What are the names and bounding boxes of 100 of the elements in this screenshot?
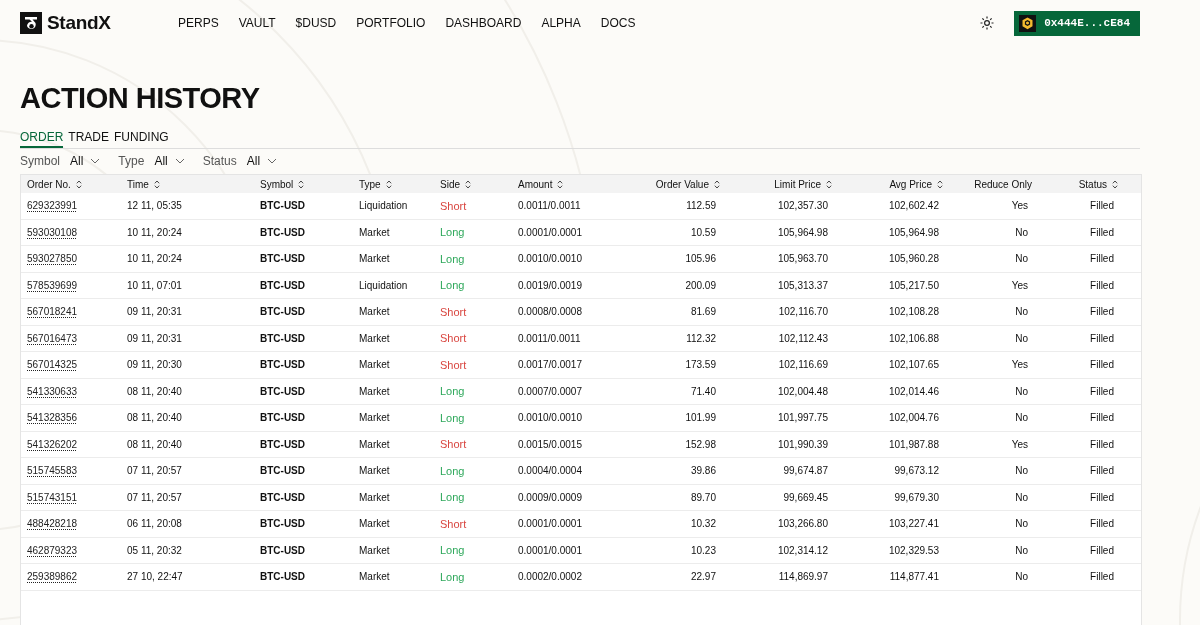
nav-link[interactable]: DOCS bbox=[600, 16, 636, 30]
order-link[interactable]: 515743151 bbox=[27, 491, 78, 503]
table-cell-text: Filled bbox=[1089, 465, 1115, 477]
table-cell-text: BTC-USD bbox=[259, 306, 306, 318]
order-link[interactable]: 515745583 bbox=[27, 465, 78, 477]
sort-icon bbox=[385, 179, 392, 189]
table-cell-text: 102,004.48 bbox=[776, 385, 829, 397]
nav-link[interactable]: DASHBOARD bbox=[445, 16, 522, 30]
table-cell-text: 0.0001/0.0001 bbox=[517, 226, 583, 238]
table-cell-text: 114,877.41 bbox=[888, 571, 940, 583]
tab[interactable]: FUNDING bbox=[114, 130, 169, 148]
table-cell-text: 22.97 bbox=[689, 571, 717, 583]
table-cell-text: 114,869.97 bbox=[777, 571, 829, 583]
order-link[interactable]: 488428218 bbox=[27, 518, 78, 530]
nav-link[interactable]: VAULT bbox=[238, 16, 276, 30]
column-header[interactable]: Side bbox=[434, 178, 512, 190]
tab[interactable]: TRADE bbox=[68, 130, 109, 148]
nav-link[interactable]: $DUSD bbox=[295, 16, 337, 30]
table-cell: Short bbox=[440, 332, 467, 345]
order-link[interactable]: 541328356 bbox=[27, 412, 78, 424]
table-cell-text: 0.0001/0.0001 bbox=[517, 518, 583, 530]
column-header[interactable]: Amount bbox=[512, 178, 608, 190]
table-cell-text: 08 11, 20:40 bbox=[126, 385, 183, 397]
theme-toggle-icon[interactable] bbox=[980, 16, 995, 30]
filter-dropdown[interactable]: Symbol All bbox=[20, 154, 101, 168]
table-cell-text: 0.0010/0.0010 bbox=[517, 412, 583, 424]
sort-icon bbox=[298, 179, 305, 189]
filter-dropdown[interactable]: Status All bbox=[202, 154, 278, 168]
order-link[interactable]: 567014325 bbox=[27, 359, 78, 371]
table-cell-text: 89.70 bbox=[689, 491, 717, 503]
tab[interactable]: ORDER bbox=[20, 130, 64, 148]
table-cell-text: Market bbox=[358, 465, 391, 477]
table-cell-text: 0.0002/0.0002 bbox=[517, 571, 583, 583]
table-cell-text: No bbox=[1014, 491, 1029, 503]
column-header[interactable]: Avg Price bbox=[840, 178, 951, 190]
order-link[interactable]: 462879323 bbox=[27, 544, 78, 556]
column-header[interactable]: Order No. bbox=[21, 178, 121, 190]
chevron-icon bbox=[90, 158, 101, 164]
table-cell-text: 0.0009/0.0009 bbox=[517, 491, 583, 503]
column-header[interactable]: Limit Price bbox=[728, 178, 840, 190]
table-cell-text: 102,004.76 bbox=[887, 412, 940, 424]
column-header[interactable]: Reduce Only bbox=[951, 178, 1040, 190]
table-cell-text: 200.09 bbox=[684, 279, 717, 291]
table-cell-text: BTC-USD bbox=[259, 226, 306, 238]
table-cell-text: Filled bbox=[1089, 544, 1115, 556]
wallet-button[interactable]: 0x444E...cE84 bbox=[1014, 10, 1140, 36]
table-cell-text: BTC-USD bbox=[259, 438, 306, 450]
table-cell: Short bbox=[440, 305, 467, 318]
table-cell: Long bbox=[440, 252, 465, 265]
table-cell-text: 173.59 bbox=[684, 359, 717, 371]
table-cell-text: Filled bbox=[1089, 438, 1115, 450]
table-cell-text: Filled bbox=[1089, 571, 1115, 583]
filter-dropdown[interactable]: Type All bbox=[118, 154, 185, 168]
column-header[interactable]: Symbol bbox=[254, 178, 353, 190]
table-cell-text: 102,112.43 bbox=[777, 332, 829, 344]
order-link[interactable]: 567018241 bbox=[27, 306, 78, 318]
table-cell: Long bbox=[440, 385, 465, 398]
table-cell-text: Filled bbox=[1089, 253, 1115, 265]
order-link[interactable]: 593030108 bbox=[27, 226, 78, 238]
table-cell-text: Filled bbox=[1089, 226, 1115, 238]
table-cell-text: Filled bbox=[1089, 385, 1115, 397]
column-header[interactable]: Status bbox=[1040, 178, 1126, 190]
chevron-icon bbox=[267, 158, 278, 164]
table-cell-text: BTC-USD bbox=[259, 571, 306, 583]
table-cell-text: 102,314.12 bbox=[776, 544, 829, 556]
nav-link[interactable]: PERPS bbox=[178, 16, 219, 30]
table-cell: Short bbox=[440, 517, 467, 530]
table-cell: Short bbox=[440, 438, 467, 451]
table-cell-text: Market bbox=[358, 359, 391, 371]
table-cell-text: BTC-USD bbox=[259, 491, 306, 503]
column-header[interactable]: Order Value bbox=[608, 178, 728, 190]
table-cell-text: 102,329.53 bbox=[887, 544, 940, 556]
page-title: ACTION HISTORY bbox=[20, 84, 261, 113]
table-cell-text: No bbox=[1014, 544, 1029, 556]
table-cell-text: No bbox=[1014, 465, 1029, 477]
order-link[interactable]: 567016473 bbox=[27, 332, 78, 344]
order-link[interactable]: 541326202 bbox=[27, 438, 78, 450]
table-cell: Long bbox=[440, 226, 465, 239]
table-cell-text: Market bbox=[358, 544, 391, 556]
order-link[interactable]: 629323991 bbox=[27, 200, 78, 212]
table-cell-text: No bbox=[1014, 412, 1029, 424]
cube-icon bbox=[1019, 14, 1037, 32]
table-cell-text: Filled bbox=[1089, 359, 1115, 371]
order-link[interactable]: 541330633 bbox=[27, 385, 78, 397]
nav-link[interactable]: PORTFOLIO bbox=[356, 16, 426, 30]
table-cell-text: 103,266.80 bbox=[776, 518, 829, 530]
table-cell-text: Filled bbox=[1089, 518, 1115, 530]
table-cell-text: Market bbox=[358, 332, 391, 344]
nav-link[interactable]: ALPHA bbox=[541, 16, 581, 30]
table-cell-text: No bbox=[1014, 253, 1029, 265]
sort-icon bbox=[937, 179, 943, 189]
order-link[interactable]: 259389862 bbox=[27, 571, 78, 583]
table-cell-text: Market bbox=[358, 571, 391, 583]
column-header[interactable]: Type bbox=[353, 178, 434, 190]
order-link[interactable]: 578539699 bbox=[27, 279, 78, 291]
order-link[interactable]: 593027850 bbox=[27, 253, 78, 265]
table-cell: Long bbox=[440, 411, 465, 424]
table-cell-text: Filled bbox=[1089, 200, 1115, 212]
column-header[interactable]: Time bbox=[121, 178, 254, 190]
table-cell-text: 102,116.70 bbox=[777, 306, 829, 318]
